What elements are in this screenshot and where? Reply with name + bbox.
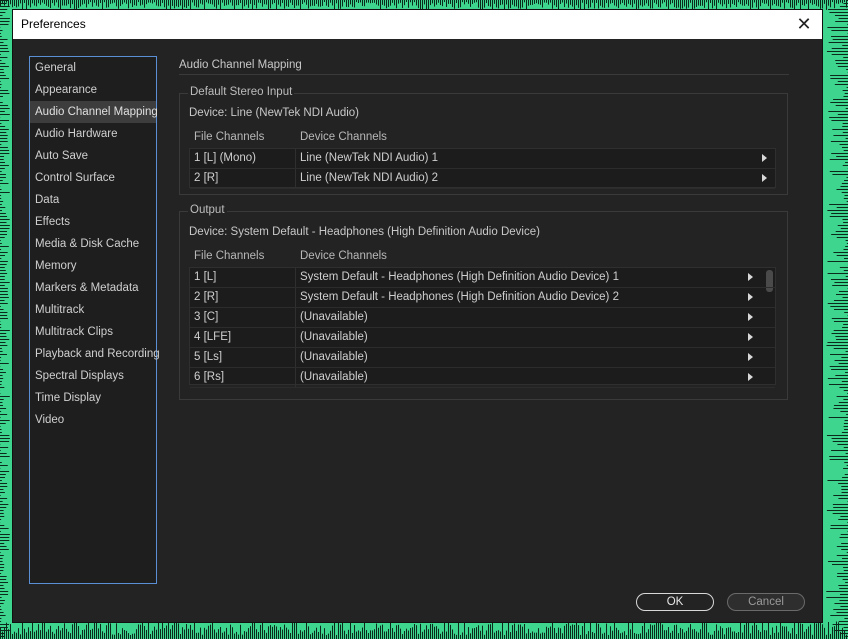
expand-arrow-icon[interactable] — [748, 353, 753, 361]
expand-arrow-icon[interactable] — [748, 273, 753, 281]
window-title: Preferences — [21, 17, 86, 31]
ok-button[interactable]: OK — [636, 593, 714, 611]
sidebar-item[interactable]: Markers & Metadata — [30, 277, 156, 299]
stereo-input-table: 1 [L] (Mono) Line (NewTek NDI Audio) 1 2 [… — [189, 148, 776, 189]
file-channel: 2 [R] — [194, 291, 219, 303]
device-channel-select[interactable]: System Default - Headphones (High Defini… — [300, 291, 619, 303]
file-channel: 2 [R] — [194, 172, 219, 184]
output-label: Output — [188, 204, 227, 216]
sidebar-item[interactable]: Effects — [30, 211, 156, 233]
section-title: Audio Channel Mapping — [179, 56, 789, 75]
device-channel-select[interactable]: (Unavailable) — [300, 371, 368, 383]
stereo-input-device: Device: Line (NewTek NDI Audio) — [189, 107, 360, 119]
file-channel: 1 [L] — [194, 271, 217, 283]
col-device-channels: Device Channels — [300, 131, 387, 143]
column-divider — [295, 348, 296, 367]
column-divider — [295, 268, 296, 287]
sidebar-item[interactable]: Auto Save — [30, 145, 156, 167]
device-channel-select[interactable]: (Unavailable) — [300, 351, 368, 363]
expand-arrow-icon[interactable] — [748, 373, 753, 381]
col-file-channels: File Channels — [194, 131, 265, 143]
preferences-dialog: Preferences ✕ General Appearance Audio Cha… — [12, 9, 823, 623]
device-channel-select[interactable]: Line (NewTek NDI Audio) 1 — [300, 152, 438, 164]
column-divider — [295, 308, 296, 327]
file-channel: 5 [Ls] — [194, 351, 223, 363]
column-divider — [295, 368, 296, 387]
file-channel: 6 [Rs] — [194, 371, 225, 383]
column-divider — [295, 288, 296, 307]
expand-arrow-icon[interactable] — [762, 154, 767, 162]
sidebar-item[interactable]: Data — [30, 189, 156, 211]
column-divider — [295, 149, 296, 168]
file-channel: 1 [L] (Mono) — [194, 152, 256, 164]
sidebar-item[interactable]: General — [30, 57, 156, 79]
stereo-input-group: Default Stereo Input Device: Line (NewTe… — [179, 86, 788, 195]
device-channel-select[interactable]: Line (NewTek NDI Audio) 2 — [300, 172, 438, 184]
column-divider — [295, 169, 296, 188]
sidebar-item[interactable]: Time Display — [30, 387, 156, 409]
expand-arrow-icon[interactable] — [748, 293, 753, 301]
sidebar-item[interactable]: Audio Hardware — [30, 123, 156, 145]
sidebar-item[interactable]: Media & Disk Cache — [30, 233, 156, 255]
sidebar-item[interactable]: Multitrack Clips — [30, 321, 156, 343]
table-row: 1 [L] System Default - Headphones (High D… — [190, 268, 775, 288]
table-row: 2 [R] Line (NewTek NDI Audio) 2 — [190, 169, 775, 189]
table-row: 5 [Ls] (Unavailable) — [190, 348, 775, 368]
close-icon[interactable]: ✕ — [794, 14, 814, 34]
sidebar-item[interactable]: Appearance — [30, 79, 156, 101]
table-row: 1 [L] (Mono) Line (NewTek NDI Audio) 1 — [190, 149, 775, 169]
preferences-sidebar: General Appearance Audio Channel Mapping Au… — [29, 56, 160, 584]
expand-arrow-icon[interactable] — [748, 313, 753, 321]
output-device: Device: System Default - Headphones (Hig… — [189, 226, 540, 238]
file-channel: 4 [LFE] — [194, 331, 232, 343]
sidebar-item[interactable]: Playback and Recording — [30, 343, 160, 365]
title-bar: Preferences ✕ — [13, 10, 822, 39]
sidebar-item[interactable]: Video — [30, 409, 156, 431]
sidebar-item[interactable]: Audio Channel Mapping — [30, 101, 158, 123]
col-device-channels: Device Channels — [300, 250, 387, 262]
content-panel: Audio Channel Mapping Default Stereo Inp… — [179, 56, 789, 400]
device-channel-select[interactable]: System Default - Headphones (High Defini… — [300, 271, 619, 283]
table-row: 3 [C] (Unavailable) — [190, 308, 775, 328]
column-divider — [295, 328, 296, 347]
cancel-button[interactable]: Cancel — [727, 593, 805, 611]
sidebar-item[interactable]: Memory — [30, 255, 156, 277]
expand-arrow-icon[interactable] — [762, 174, 767, 182]
output-table: 1 [L] System Default - Headphones (High D… — [189, 267, 776, 388]
col-file-channels: File Channels — [194, 250, 265, 262]
expand-arrow-icon[interactable] — [748, 333, 753, 341]
device-channel-select[interactable]: (Unavailable) — [300, 331, 368, 343]
stereo-input-label: Default Stereo Input — [188, 86, 295, 98]
table-row: 4 [LFE] (Unavailable) — [190, 328, 775, 348]
sidebar-item[interactable]: Multitrack — [30, 299, 156, 321]
sidebar-item[interactable]: Control Surface — [30, 167, 156, 189]
table-row: 6 [Rs] (Unavailable) — [190, 368, 775, 388]
table-row: 2 [R] System Default - Headphones (High D… — [190, 288, 775, 308]
device-channel-select[interactable]: (Unavailable) — [300, 311, 368, 323]
sidebar-item[interactable]: Spectral Displays — [30, 365, 156, 387]
output-group: Output Device: System Default - Headphon… — [179, 204, 788, 400]
file-channel: 3 [C] — [194, 311, 219, 323]
